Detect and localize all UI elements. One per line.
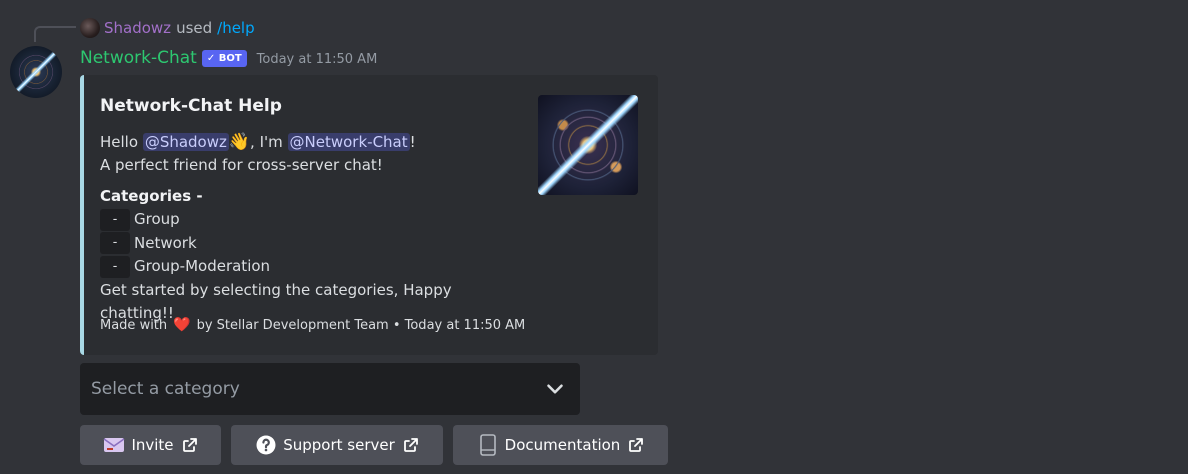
category-dash: -: [100, 208, 130, 231]
category-label: Network: [134, 233, 197, 252]
question-circle-icon: [255, 434, 277, 456]
bot-username[interactable]: Network-Chat: [80, 48, 197, 68]
reply-username[interactable]: Shadowz: [104, 19, 171, 37]
bot-avatar[interactable]: [10, 46, 62, 98]
category-item: - Group: [100, 208, 530, 232]
category-item: - Network: [100, 232, 530, 256]
invite-label: Invite: [131, 436, 174, 454]
category-label: Group-Moderation: [134, 257, 271, 276]
mention-user[interactable]: @Shadowz: [142, 133, 229, 151]
message-header: Network-Chat ✓ BOT Today at 11:50 AM: [80, 46, 377, 70]
support-server-button[interactable]: Support server: [231, 425, 443, 465]
external-link-icon: [629, 438, 644, 452]
external-link-icon: [182, 438, 197, 452]
chevron-down-icon: [547, 384, 563, 394]
category-item: - Group-Moderation: [100, 255, 530, 279]
external-link-icon: [403, 438, 418, 452]
mention-bot[interactable]: @Network-Chat: [287, 133, 410, 151]
category-label: Group: [134, 210, 180, 229]
documentation-button[interactable]: Documentation: [453, 425, 668, 465]
tagline: A perfect friend for cross-server chat!: [100, 156, 383, 174]
reply-user-avatar[interactable]: [80, 18, 100, 38]
select-placeholder: Select a category: [91, 379, 240, 399]
invite-button[interactable]: Invite: [80, 425, 221, 465]
embed-title: Network-Chat Help: [100, 96, 282, 116]
greeting-line: Hello @Shadowz 👋, I'm @Network-Chat!: [100, 131, 530, 154]
category-select[interactable]: Select a category: [80, 363, 580, 415]
categories-heading: Categories -: [100, 187, 203, 205]
heart-icon: ❤️: [173, 317, 191, 333]
exclaim-text: !: [409, 133, 416, 151]
footer-made-with: Made with: [100, 317, 168, 333]
message-timestamp[interactable]: Today at 11:50 AM: [257, 52, 378, 67]
embed-thumbnail[interactable]: [538, 95, 638, 195]
category-dash: -: [100, 255, 130, 278]
embed-description: Hello @Shadowz 👋, I'm @Network-Chat! A pe…: [100, 131, 530, 325]
reply-command[interactable]: /help: [217, 19, 254, 37]
reply-reference[interactable]: Shadowz used /help: [80, 17, 255, 39]
hello-text: Hello: [100, 133, 139, 151]
bot-tag-badge: ✓ BOT: [201, 49, 247, 67]
documentation-label: Documentation: [504, 436, 621, 454]
im-text: , I'm: [250, 133, 283, 151]
category-dash: -: [100, 232, 130, 255]
support-server-label: Support server: [283, 436, 395, 454]
reply-connector-line: [34, 26, 76, 42]
embed-footer: Made with ❤️ by Stellar Development Team…: [100, 317, 525, 333]
book-icon: [477, 434, 499, 456]
envelope-icon: [103, 434, 125, 456]
footer-by: by Stellar Development Team • Today at 1…: [196, 317, 526, 333]
reply-used-text: used: [176, 19, 213, 37]
wave-emoji-icon: 👋: [228, 132, 251, 152]
help-embed: Network-Chat Help Hello @Shadowz 👋, I'm @…: [80, 75, 658, 355]
